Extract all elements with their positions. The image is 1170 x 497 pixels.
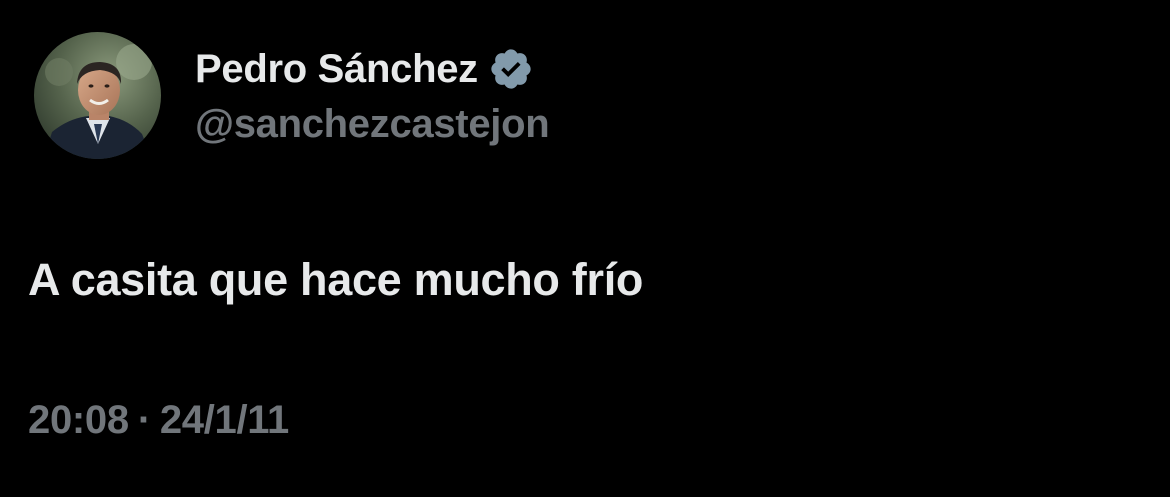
tweet-timestamp: 20:08 · 24/1/11 [28, 398, 289, 443]
meta-separator: · [137, 398, 151, 442]
verified-badge-icon[interactable] [488, 46, 534, 92]
tweet-text: A casita que hace mucho frío [28, 254, 644, 305]
tweet-date[interactable]: 24/1/11 [160, 398, 289, 443]
author-display-name[interactable]: Pedro Sánchez [195, 47, 478, 92]
tweet-time[interactable]: 20:08 [28, 398, 129, 443]
author-handle[interactable]: @sanchezcastejon [195, 102, 550, 147]
author-avatar[interactable] [34, 32, 161, 159]
avatar-photo [34, 32, 161, 159]
author-name-row: Pedro Sánchez [195, 42, 534, 96]
tweet-card: Pedro Sánchez @sanchezcastejon A casita … [0, 0, 1170, 497]
